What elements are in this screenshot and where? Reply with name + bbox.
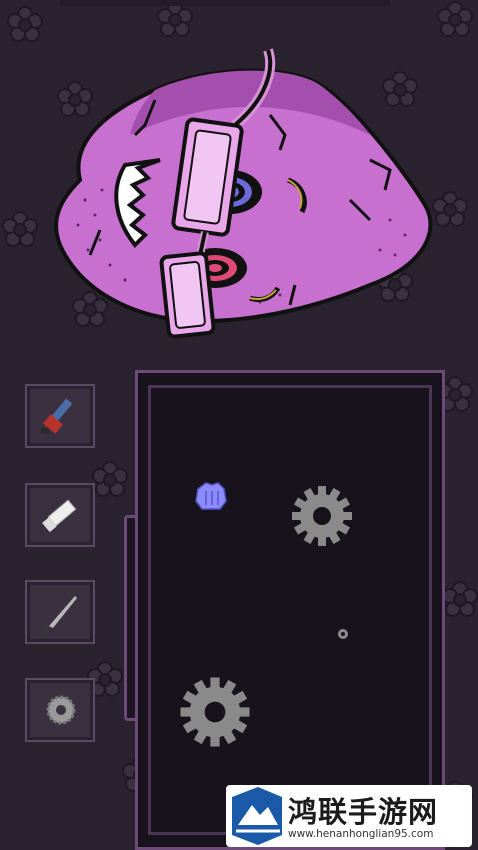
tool-slot-knife[interactable] [25, 580, 95, 644]
saw-blade-icon [46, 695, 76, 725]
tool-slot-chainsaw[interactable] [25, 384, 95, 448]
watermark-banner: 鸿联手游网 www.henanhonglian95.com [226, 785, 472, 847]
tool-slot-eraser[interactable] [25, 483, 95, 547]
watermark-title: 鸿联手游网 [288, 795, 439, 829]
knife-icon [41, 596, 77, 634]
chainsaw-icon [41, 398, 73, 434]
eraser-icon [42, 499, 77, 533]
tool-slot-saw-blade[interactable] [25, 678, 95, 742]
monster-character[interactable] [40, 40, 450, 350]
glove-icon[interactable] [195, 482, 227, 510]
bolt-icon[interactable] [338, 629, 348, 639]
watermark-url: www.henanhonglian95.com [288, 828, 434, 840]
watermark-logo-icon [232, 787, 282, 845]
play-board-inner-frame [148, 385, 432, 835]
board-side-handle[interactable] [124, 515, 138, 721]
